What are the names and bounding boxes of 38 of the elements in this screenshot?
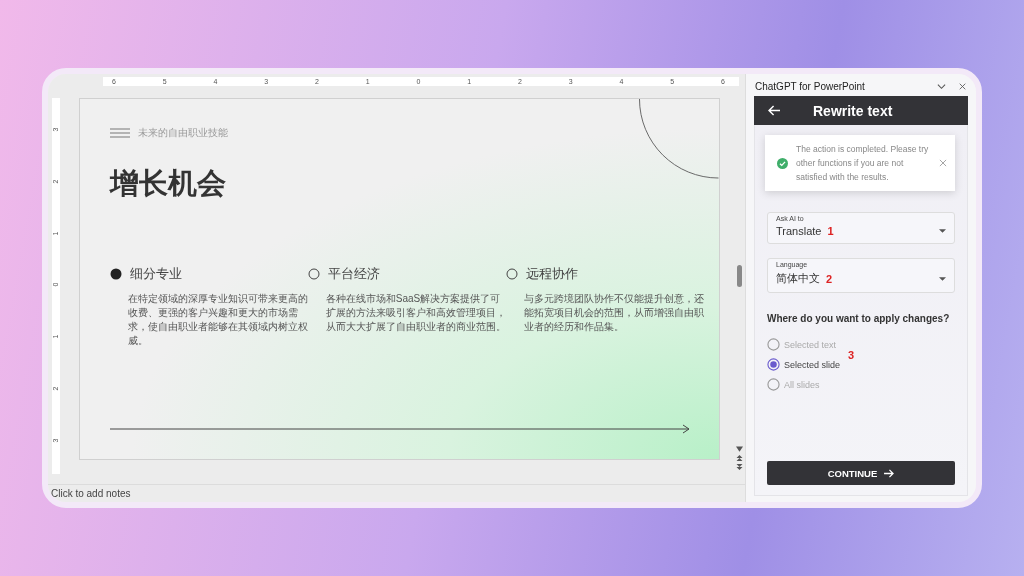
slide-title: 增长机会 bbox=[109, 166, 227, 201]
panel-title: ChatGPT for PowerPoint bbox=[755, 81, 866, 92]
back-arrow-icon[interactable] bbox=[768, 105, 781, 116]
radio-button[interactable] bbox=[767, 338, 780, 351]
caret-icon bbox=[939, 276, 946, 281]
point-text: 在特定领域的深厚专业知识可带来更高的收费、更强的客户兴趣和更大的市场需求，使自由职业者能够在其领域内树立权威。 bbox=[127, 292, 309, 348]
point-heading: 远程协作 bbox=[525, 265, 578, 283]
radio-button[interactable] bbox=[767, 358, 780, 371]
previous-slide-icon[interactable] bbox=[736, 455, 744, 461]
scrollbar-thumb[interactable] bbox=[737, 265, 743, 287]
point-text: 与多元跨境团队协作不仅能提升创意，还能拓宽项目机会的范围，从而增强自由职业者的经历和作品集。 bbox=[523, 292, 705, 334]
radio-button[interactable] bbox=[767, 378, 780, 391]
field-value: Translate bbox=[776, 225, 822, 237]
close-icon[interactable] bbox=[958, 83, 967, 90]
annotation-number: 1 bbox=[827, 225, 834, 237]
notes-placeholder: Click to add notes bbox=[51, 488, 131, 499]
header-title: Rewrite text bbox=[813, 102, 893, 119]
continue-button[interactable]: CONTINUE bbox=[767, 461, 955, 485]
point-heading: 细分专业 bbox=[129, 265, 182, 283]
check-circle-icon bbox=[777, 157, 788, 169]
question-text: Where do you want to apply changes? bbox=[767, 313, 951, 324]
menu-icon bbox=[109, 128, 130, 138]
annotation-number: 2 bbox=[826, 272, 833, 285]
point-text: 各种在线市场和SaaS解决方案提供了可扩展的方法来吸引客户和高效管理项目，从而大大扩展了自由职业者的商业范围。 bbox=[325, 292, 507, 334]
point-heading: 平台经济 bbox=[327, 265, 380, 283]
slide-subtitle: 未来的自由职业技能 bbox=[137, 126, 228, 140]
radio-option[interactable]: Selected slide bbox=[767, 358, 841, 371]
chevron-down-icon[interactable] bbox=[937, 83, 946, 90]
close-icon[interactable] bbox=[939, 159, 947, 167]
arrow-right-icon bbox=[884, 468, 895, 478]
annotation-number: 3 bbox=[848, 349, 855, 361]
scroll-down-icon[interactable] bbox=[736, 446, 744, 452]
slide[interactable]: 未来的自由职业技能 增长机会 细分专业 在特定领域的深厚专业知识可带来更高的收费、更强的客户兴趣和更大的市场需求，使自由职业者能够在其领域内树立权威。 平台经济 各种在线市场和SaaS解决方案提供了可扩展的方法来吸引客户和高效管理项目，从而大大扩展了自由职业者的商业范围。 远程协作 与多元跨境团队协作不仅能提升创意，还能拓宽项目机会的范围，从而增强自由职业者的经历和作品集。 bbox=[78, 98, 720, 460]
notes-field[interactable]: Click to add notes bbox=[48, 484, 745, 502]
field-value: 简体中文 bbox=[776, 271, 820, 286]
next-slide-icon[interactable] bbox=[736, 464, 744, 470]
caret-icon bbox=[939, 229, 946, 233]
notification-text: The action is completed. Please try other functions if you are not satisfied with the results. bbox=[796, 143, 930, 184]
